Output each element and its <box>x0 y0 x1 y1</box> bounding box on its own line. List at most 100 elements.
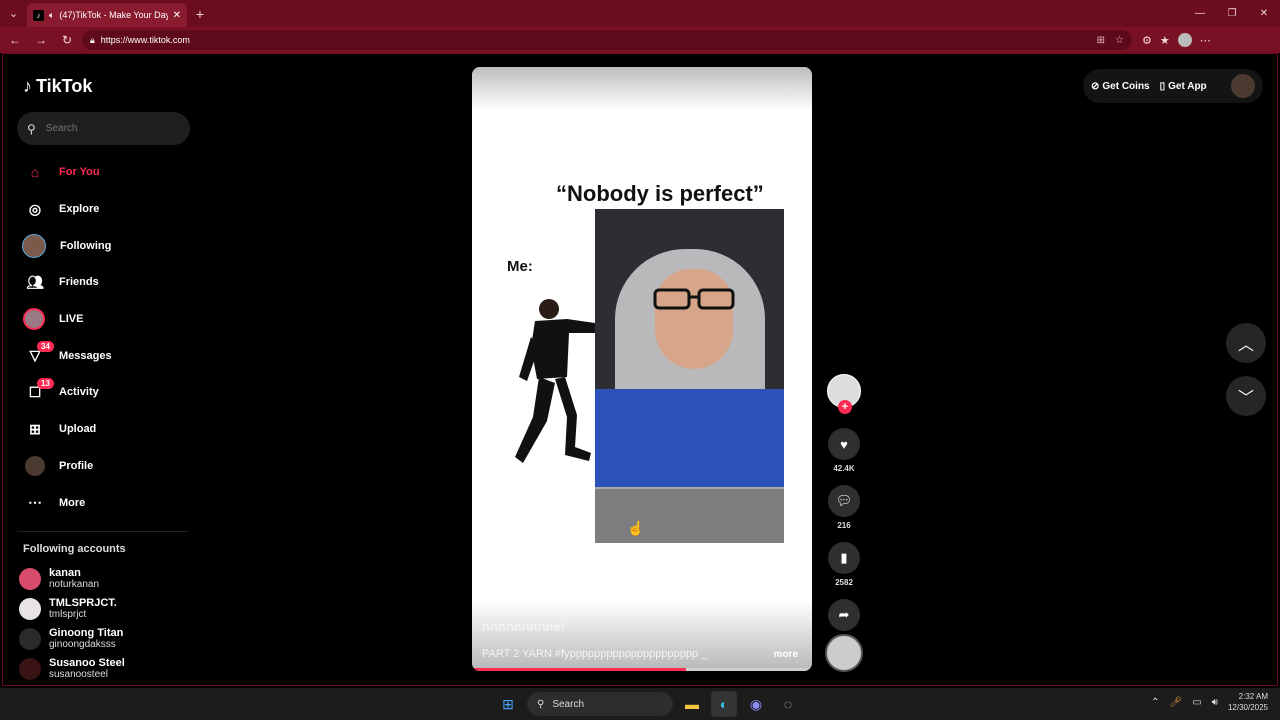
following-account-item[interactable]: TMLSPRJCT. tmlsprjct <box>19 594 199 624</box>
video-options-icon[interactable]: ⋯ <box>779 81 794 98</box>
search-icon: ⚲ <box>537 698 545 710</box>
chevron-down-icon: ﹀ <box>1237 390 1254 407</box>
heart-icon[interactable]: ♥ <box>828 428 860 460</box>
video-top-gradient <box>472 67 812 111</box>
share-icon[interactable]: ➦ <box>828 599 860 631</box>
sidebar-item-messages[interactable]: ▽ 34 Messages <box>17 337 197 374</box>
speaker-icon[interactable]: 🔈︎ <box>49 10 54 21</box>
file-explorer-icon[interactable]: ▬ <box>679 691 705 717</box>
network-icon[interactable]: ▭ <box>1192 697 1201 708</box>
sidebar-item-for-you[interactable]: ⌂ For You <box>17 154 197 191</box>
browser-profile-avatar[interactable] <box>1177 33 1192 47</box>
browser-tab[interactable]: ♪ 🔈︎ (47)TikTok - Make Your Day ✕ <box>27 3 187 27</box>
user-avatar[interactable] <box>1231 74 1255 98</box>
top-right-actions: ⊘ Get Coins ▯ Get App <box>1083 69 1263 103</box>
comment-icon[interactable]: 💬︎ <box>828 485 860 517</box>
video-bottom-gradient <box>472 601 812 671</box>
url-bar[interactable]: 🔒︎ https://www.tiktok.com ⊞ ☆ <box>82 30 1132 50</box>
volume-icon[interactable]: 🔈︎ <box>490 85 498 102</box>
meme-me-label: Me: <box>507 258 533 275</box>
sidebar-item-friends[interactable]: 👥︎ Friends <box>17 264 197 301</box>
sound-disc-avatar[interactable] <box>825 634 863 672</box>
app-available-icon[interactable]: ⊞ <box>1097 35 1105 46</box>
following-account-item[interactable]: Ginoong Titan ginoongdaksss <box>19 624 199 654</box>
back-button[interactable]: ← <box>4 29 26 51</box>
search-input[interactable] <box>45 123 176 134</box>
sidebar-item-label: Friends <box>59 276 99 289</box>
close-tab-icon[interactable]: ✕ <box>173 10 181 21</box>
favorite-star-icon[interactable]: ☆ <box>1115 35 1124 46</box>
sidebar-item-live[interactable]: LIVE <box>17 301 197 338</box>
edge-browser-icon[interactable]: ◐ <box>711 691 737 717</box>
video-player[interactable]: 🔈︎ ⋯ “Nobody is perfect” Me: ☝ nnnnnnnnn… <box>472 67 812 671</box>
sidebar-item-explore[interactable]: ◎ Explore <box>17 191 197 228</box>
sidebar-divider <box>17 531 187 532</box>
following-account-item[interactable]: Susanoo Steel susanoosteel <box>19 654 199 684</box>
sidebar-item-label: Messages <box>59 349 112 362</box>
extensions-icon[interactable]: ⚙ <box>1142 34 1152 47</box>
windows-start-icon[interactable]: ⊞ <box>495 691 521 717</box>
photo-laptop <box>595 487 784 543</box>
get-app-label: Get App <box>1168 80 1207 92</box>
tiktok-favicon-icon: ♪ <box>33 9 44 21</box>
system-clock[interactable]: 2:32 AM 12/30/2025 <box>1228 691 1268 713</box>
volume-tray-icon[interactable]: 🔊︎ <box>1212 697 1218 708</box>
taskbar-search[interactable]: ⚲ Search <box>527 692 673 716</box>
browser-menu-icon[interactable]: ⋯ <box>1200 34 1211 47</box>
video-actions: + ♥ 42.4K 💬︎ 216 ▮ 2582 ➦ 9265 <box>824 374 864 644</box>
forward-button[interactable]: → <box>30 29 52 51</box>
tray-chevron-up-icon[interactable]: ⌃ <box>1151 697 1159 708</box>
taskbar-search-label: Search <box>552 698 585 710</box>
creator-avatar[interactable]: + <box>827 374 861 414</box>
video-progress-fill <box>472 668 687 671</box>
account-handle: ginoongdaksss <box>49 639 116 650</box>
sidebar-item-label: LIVE <box>59 313 84 326</box>
url-text[interactable]: https://www.tiktok.com <box>101 35 190 45</box>
follow-plus-icon[interactable]: + <box>838 400 852 414</box>
comment-action[interactable]: 💬︎ 216 <box>824 485 864 530</box>
new-tab-button[interactable]: + <box>187 6 213 22</box>
following-accounts-list: kanan noturkanan TMLSPRJCT. tmlsprjct Gi… <box>19 564 199 684</box>
meme-caption: “Nobody is perfect” <box>556 181 764 206</box>
favorites-icon[interactable]: ★ <box>1160 34 1170 47</box>
minimize-button[interactable]: — <box>1184 0 1216 27</box>
get-coins-button[interactable]: ⊘ Get Coins <box>1091 81 1150 92</box>
like-action[interactable]: ♥ 42.4K <box>824 428 864 473</box>
sidebar-item-profile[interactable]: Profile <box>17 448 197 485</box>
comment-count: 216 <box>837 521 851 530</box>
tab-actions-menu[interactable]: ⌄ <box>0 0 27 27</box>
save-action[interactable]: ▮ 2582 <box>824 542 864 587</box>
restore-button[interactable]: ❐ <box>1216 0 1248 27</box>
sidebar-item-upload[interactable]: ⊞ Upload <box>17 411 197 448</box>
video-progress-bar[interactable] <box>472 668 812 671</box>
app-icon[interactable]: ◌ <box>775 691 801 717</box>
close-window-button[interactable]: ✕ <box>1248 0 1280 27</box>
account-handle: susanoosteel <box>49 669 108 680</box>
following-accounts-title: Following accounts <box>23 543 126 555</box>
windows-taskbar: ⊞ ⚲ Search ▬ ◐ ◉ ◌ ⌃ 🎤︎ ▭ 🔊︎ 2:32 AM 12/… <box>0 688 1280 720</box>
bookmark-icon[interactable]: ▮ <box>828 542 860 574</box>
sidebar-item-more[interactable]: ⋯ More <box>17 484 197 521</box>
sidebar-item-label: Following <box>60 239 112 252</box>
discord-icon[interactable]: ◉ <box>743 691 769 717</box>
lock-icon[interactable]: 🔒︎ <box>90 35 95 46</box>
microphone-icon[interactable]: 🎤︎ <box>1169 697 1182 708</box>
account-name: TMLSPRJCT. <box>49 597 117 609</box>
photo-shirt <box>595 389 784 489</box>
get-app-button[interactable]: ▯ Get App <box>1160 81 1207 92</box>
next-video-button[interactable]: ﹀ <box>1226 376 1266 416</box>
sidebar-item-following[interactable]: Following <box>17 227 197 264</box>
refresh-button[interactable]: ↻ <box>56 29 78 51</box>
following-avatar <box>22 233 46 258</box>
tiktok-logo[interactable]: ♪ TikTok <box>23 76 92 97</box>
search-box[interactable]: ⚲ <box>17 112 190 145</box>
save-count: 2582 <box>835 578 853 587</box>
sidebar-item-label: For You <box>59 166 100 179</box>
meme-photo <box>595 209 784 543</box>
previous-video-button[interactable]: ︿ <box>1226 323 1266 363</box>
video-more-link[interactable]: more <box>774 649 798 660</box>
following-account-item[interactable]: kanan noturkanan <box>19 564 199 594</box>
sidebar-item-activity[interactable]: ☐ 13 Activity <box>17 374 197 411</box>
video-username[interactable]: nnnnnnnnnel <box>482 619 564 634</box>
upload-icon: ⊞ <box>29 420 41 437</box>
